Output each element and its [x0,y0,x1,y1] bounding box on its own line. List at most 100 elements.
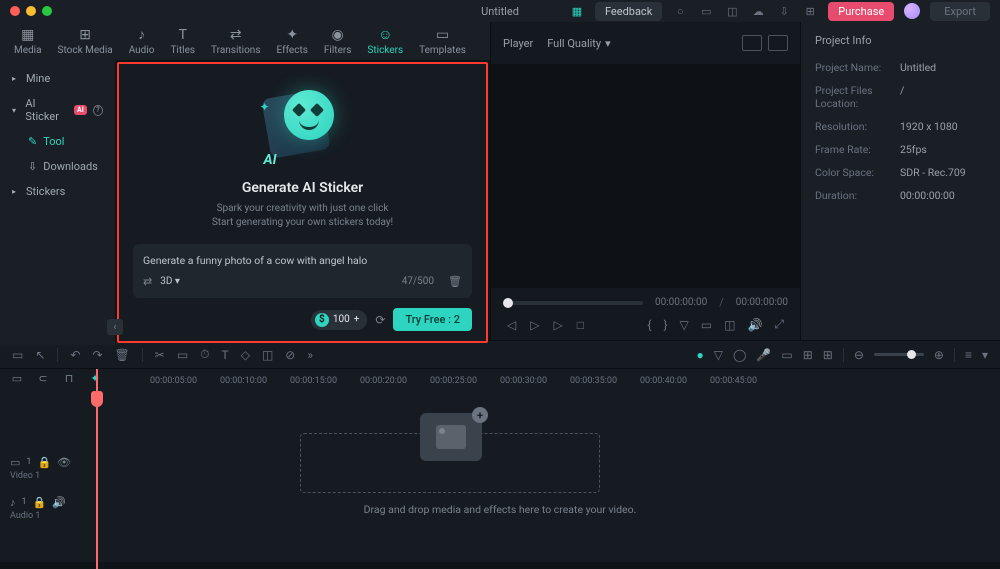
scrub-bar[interactable] [503,301,643,305]
proj-fps-value: 25fps [900,143,927,156]
timeline-ruler[interactable]: ▭ ⊂ ⊓ ✦ 00:00:05:00 00:00:10:00 00:00:15… [0,369,1000,393]
delete-icon[interactable]: 🗑 [115,348,130,362]
mixer-icon[interactable]: ⊞ [803,348,813,362]
collapse-button[interactable]: ‹ [107,319,123,335]
eye-icon[interactable]: 👁 [57,456,71,469]
speed-icon[interactable]: ⏱ [200,347,209,362]
mark-out-icon[interactable]: } [663,318,667,332]
help-icon[interactable]: ? [93,105,103,116]
credits-pill[interactable]: $ 100 + [311,310,368,330]
ruler-mark: 00:00:40:00 [640,376,687,386]
quality-select[interactable]: Full Quality▾ [547,37,610,50]
shuffle-icon[interactable]: ⇄ [143,275,152,288]
track-collapse-icon[interactable]: ▭ [8,369,26,387]
chevron-down-icon: ▾ [12,106,19,115]
zoom-out-icon[interactable]: ⊖ [854,348,864,362]
sidebar-item-ai-sticker[interactable]: ▾AI StickerAI? [0,91,115,129]
download-icon[interactable]: ⇩ [776,3,792,19]
apps-icon[interactable]: ⊞ [802,3,818,19]
tab-titles[interactable]: TTitles [162,22,203,60]
lock-icon[interactable]: 🔒 [33,496,47,509]
volume-icon[interactable]: 🔊 [747,318,762,332]
try-free-button[interactable]: Try Free : 2 [393,308,472,331]
select-tool-icon[interactable]: ↖ [35,348,45,362]
undo-icon[interactable]: ↶ [70,348,80,362]
tab-stock-media[interactable]: ⊞Stock Media [50,22,121,60]
compare-view-icon[interactable] [742,35,762,51]
sidebar-item-tool[interactable]: ✎Tool [0,129,115,154]
snapshot-icon[interactable]: ▽ [680,318,689,332]
cloud-icon[interactable]: ☁ [750,3,766,19]
sidebar-item-stickers[interactable]: ▸Stickers [0,179,115,204]
tab-stickers[interactable]: ☺Stickers [359,22,411,60]
more-tools-icon[interactable]: » [307,348,313,362]
stop-icon[interactable]: □ [577,318,584,332]
settings-icon[interactable]: ◫ [724,318,735,332]
feedback-button[interactable]: Feedback [595,2,662,21]
cut-icon[interactable]: ✂ [155,348,165,362]
crop-icon[interactable]: ▭ [177,348,188,362]
sidebar-item-mine[interactable]: ▸Mine [0,66,115,91]
media-placeholder[interactable]: + [420,413,482,461]
text-tool-icon[interactable]: T [222,348,229,362]
player-canvas[interactable] [491,64,800,288]
close-icon[interactable] [10,6,20,16]
tab-audio[interactable]: ♪Audio [121,22,163,60]
export-button[interactable]: Export [930,2,990,21]
zoom-in-icon[interactable]: ⊕ [934,348,944,362]
circle-icon[interactable]: ○ [672,3,688,19]
speaker-icon[interactable]: 🔊 [52,496,66,509]
chevron-down-icon[interactable]: ▾ [982,348,988,362]
playhead[interactable] [96,369,98,569]
layers-icon[interactable]: ◫ [724,3,740,19]
add-media-icon[interactable]: + [472,407,488,423]
prev-frame-icon[interactable]: ◁ [507,318,516,332]
play-icon[interactable]: ▷ [553,318,562,332]
link-icon[interactable]: ⊘ [285,348,295,362]
mask-icon[interactable]: ◫ [262,348,273,362]
record-icon[interactable]: ● [696,348,703,362]
proj-res-label: Resolution: [815,120,900,133]
prompt-input[interactable]: Generate a funny photo of a cow with ang… [143,254,462,267]
marker-icon[interactable]: ▽ [714,348,723,362]
save-icon[interactable]: ▭ [698,3,714,19]
transport-buttons: ◁ ▷ ▷ □ { } ▽ ▭ ◫ 🔊 ⤢ [503,317,788,332]
tab-transitions[interactable]: ⇄Transitions [203,22,268,60]
snap-icon[interactable]: ✦ [86,369,104,387]
trash-icon[interactable]: 🗑 [448,275,462,288]
tab-media[interactable]: ▦Media [6,22,50,60]
mic-icon[interactable]: 🎤 [756,348,771,362]
maximize-icon[interactable] [42,6,52,16]
stickers-sidebar: ▸Mine ▾AI StickerAI? ✎Tool ⇩Downloads ▸S… [0,60,115,345]
avatar-icon[interactable] [904,3,920,19]
grid-icon[interactable]: ⊞ [823,348,833,362]
voiceover-icon[interactable]: ◯ [733,348,746,362]
refresh-icon[interactable]: ⟳ [375,313,385,327]
video-track-head: ▭ 1 🔒 👁 [0,451,92,473]
expand-icon[interactable]: ⤢ [774,317,784,332]
purchase-button[interactable]: Purchase [828,2,894,21]
magnet-icon[interactable]: ⊓ [60,369,78,387]
tab-effects[interactable]: ✦Effects [269,22,316,60]
tab-templates[interactable]: ▭Templates [411,22,474,60]
mark-in-icon[interactable]: { [647,318,651,332]
fullscreen-icon[interactable]: ▭ [701,318,712,332]
tab-filters[interactable]: ◉Filters [316,22,360,60]
lock-icon[interactable]: 🔒 [37,456,51,469]
scrub-handle[interactable] [503,298,513,308]
keyframe-icon[interactable]: ◇ [241,348,250,362]
redo-icon[interactable]: ↷ [92,348,102,362]
gift-icon[interactable]: ▦ [569,3,585,19]
track-link-icon[interactable]: ⊂ [34,369,52,387]
single-view-icon[interactable] [768,35,788,51]
device-icon[interactable]: ▭ [781,348,792,362]
style-select[interactable]: 3D ▾ [160,276,180,287]
pointer-tool-icon[interactable]: ▭ [12,348,23,362]
list-options-icon[interactable]: ≡ [965,348,972,362]
proj-dur-label: Duration: [815,189,900,202]
zoom-handle[interactable] [907,350,916,359]
step-back-icon[interactable]: ▷ [530,318,539,332]
minimize-icon[interactable] [26,6,36,16]
sidebar-item-downloads[interactable]: ⇩Downloads [0,154,115,179]
zoom-slider[interactable] [874,353,924,356]
